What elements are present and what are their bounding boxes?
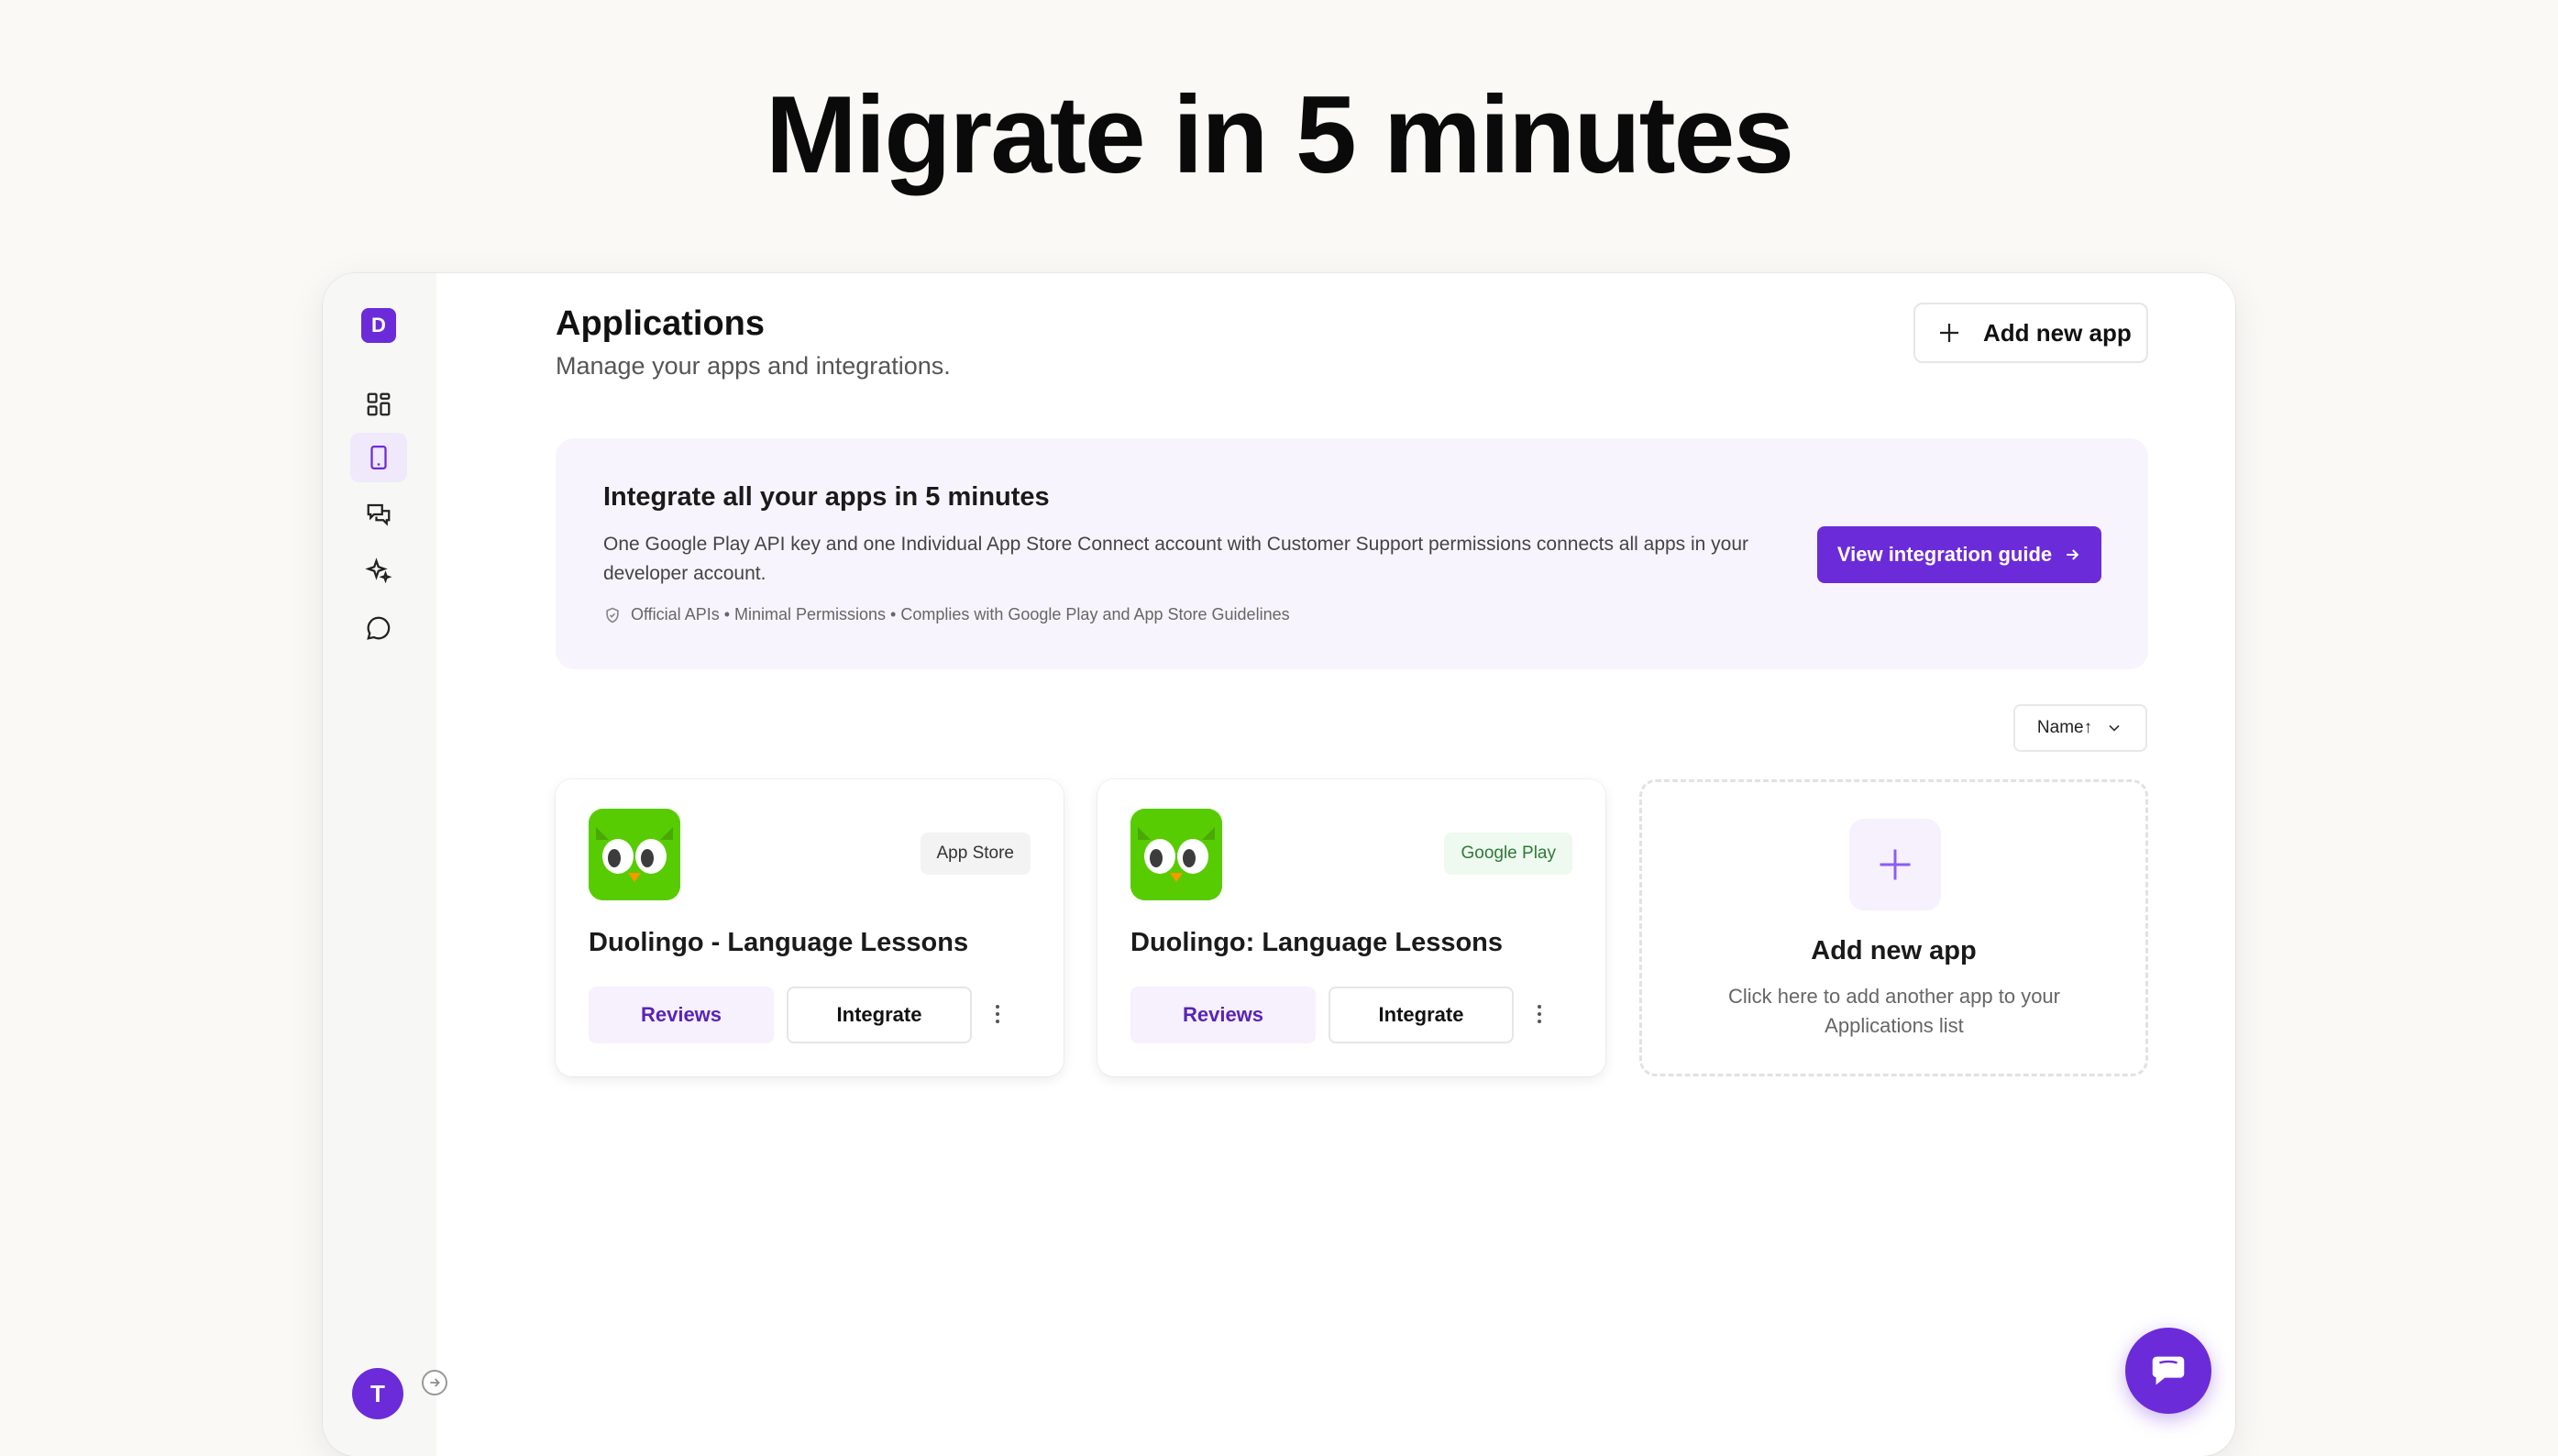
duolingo-app-icon bbox=[589, 809, 680, 900]
sidebar-item-applications[interactable] bbox=[350, 433, 407, 482]
view-integration-guide-button[interactable]: View integration guide bbox=[1817, 526, 2101, 583]
integrate-button[interactable]: Integrate bbox=[787, 987, 972, 1043]
banner-meta-text: Official APIs • Minimal Permissions • Co… bbox=[631, 605, 1290, 623]
sidebar-item-ai[interactable] bbox=[350, 546, 407, 596]
integrate-button[interactable]: Integrate bbox=[1329, 987, 1514, 1043]
grid-icon bbox=[367, 392, 391, 416]
sort-select[interactable]: Name↑ bbox=[2013, 704, 2147, 752]
reviews-button[interactable]: Reviews bbox=[589, 987, 774, 1043]
app-card[interactable]: Google Play Duolingo: Language Lessons R… bbox=[1097, 779, 1605, 1076]
banner-description: One Google Play API key and one Individu… bbox=[603, 534, 1749, 584]
message-circle-icon bbox=[367, 616, 391, 640]
add-new-app-button[interactable]: Add new app bbox=[1913, 303, 2148, 363]
owl-icon bbox=[1130, 809, 1222, 900]
more-options-button[interactable] bbox=[987, 996, 1009, 1032]
plus-icon bbox=[1940, 324, 1958, 342]
plus-icon bbox=[1880, 849, 1911, 880]
page-title: Applications bbox=[556, 304, 766, 343]
support-chat-button[interactable] bbox=[2125, 1328, 2211, 1414]
page-subtitle: Manage your apps and integrations. bbox=[556, 352, 951, 380]
reviews-button[interactable]: Reviews bbox=[1130, 987, 1316, 1043]
app-window: D T Applications Manage your apps and in… bbox=[323, 273, 2235, 1456]
sidebar: D T bbox=[323, 273, 436, 1456]
add-card-description: Click here to add another app to your Ap… bbox=[1727, 985, 2060, 1037]
add-new-app-card[interactable]: Add new app Click here to add another ap… bbox=[1639, 779, 2148, 1076]
banner-title: Integrate all your apps in 5 minutes bbox=[603, 482, 1050, 512]
hero-title: Migrate in 5 minutes bbox=[765, 73, 1794, 196]
sidebar-item-reviews[interactable] bbox=[350, 490, 407, 539]
sidebar-collapse-button[interactable] bbox=[422, 1370, 447, 1395]
mobile-device-icon bbox=[370, 446, 387, 469]
store-badge: Google Play bbox=[1444, 833, 1572, 875]
kebab-menu-icon bbox=[996, 1005, 999, 1023]
workspace-logo[interactable]: D bbox=[361, 308, 396, 343]
shield-check-icon bbox=[606, 607, 619, 623]
arrow-right-icon bbox=[2067, 549, 2079, 560]
user-avatar[interactable]: T bbox=[352, 1368, 403, 1419]
add-new-app-label: Add new app bbox=[1983, 318, 2132, 347]
add-card-icon-box bbox=[1849, 819, 1941, 910]
sort-label: Name↑ bbox=[2036, 718, 2093, 737]
more-options-button[interactable] bbox=[1528, 996, 1550, 1032]
sidebar-item-messages[interactable] bbox=[350, 603, 407, 653]
chevron-down-icon bbox=[2109, 724, 2120, 732]
sidebar-item-dashboard[interactable] bbox=[350, 380, 407, 429]
add-card-title: Add new app bbox=[1811, 936, 1977, 965]
store-badge: App Store bbox=[920, 833, 1031, 875]
arrow-right-icon bbox=[430, 1378, 440, 1387]
guide-button-label: View integration guide bbox=[1836, 543, 2053, 566]
app-name: Duolingo - Language Lessons bbox=[589, 928, 969, 957]
kebab-menu-icon bbox=[1538, 1005, 1541, 1023]
integration-banner: Integrate all your apps in 5 minutes One… bbox=[556, 438, 2148, 669]
app-name: Duolingo: Language Lessons bbox=[1130, 928, 1504, 957]
owl-icon bbox=[589, 809, 680, 900]
app-card[interactable]: App Store Duolingo - Language Lessons Re… bbox=[556, 779, 1064, 1076]
duolingo-app-icon bbox=[1130, 809, 1222, 900]
sparkles-icon bbox=[365, 557, 392, 584]
chat-bubbles-icon bbox=[367, 503, 391, 526]
chat-bubble-icon bbox=[2152, 1356, 2185, 1385]
banner-meta: Official APIs • Minimal Permissions • Co… bbox=[603, 605, 1290, 624]
